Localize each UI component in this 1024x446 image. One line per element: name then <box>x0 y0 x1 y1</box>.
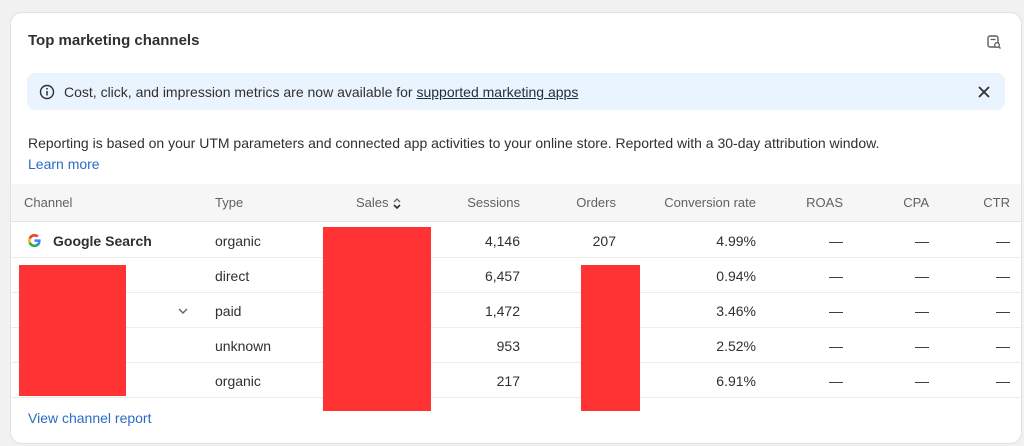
cpa-cell: — <box>915 373 929 389</box>
card-title: Top marketing channels <box>28 32 200 49</box>
google-icon <box>27 233 41 248</box>
ctr-cell: — <box>996 303 1010 319</box>
marketing-channels-card: Top marketing channels Cost, click, and … <box>10 12 1022 444</box>
table-row[interactable]: organic 217 6.91% — — — <box>11 363 1021 398</box>
supported-apps-link[interactable]: supported marketing apps <box>416 84 578 100</box>
ctr-cell: — <box>996 338 1010 354</box>
table-header: Channel Type Sales Sessions Orders Conve… <box>11 184 1021 222</box>
info-banner: Cost, click, and impression metrics are … <box>27 73 1005 110</box>
sessions-cell: 1,472 <box>484 303 520 319</box>
cpa-cell: — <box>915 303 929 319</box>
sessions-cell: 6,457 <box>484 268 520 284</box>
table-row[interactable]: unknown 953 2.52% — — — <box>11 328 1021 363</box>
ctr-cell: — <box>996 233 1010 249</box>
conversion-rate-cell: 6.91% <box>716 373 756 389</box>
cpa-cell: — <box>915 268 929 284</box>
conversion-rate-cell: 4.99% <box>716 233 756 249</box>
header-channel[interactable]: Channel <box>24 195 72 210</box>
roas-cell: — <box>829 303 843 319</box>
header-orders[interactable]: Orders <box>551 195 616 210</box>
close-icon <box>978 86 990 98</box>
header-type[interactable]: Type <box>215 195 243 210</box>
header-cpa[interactable]: CPA <box>881 195 929 210</box>
redacted-orders-values <box>581 265 640 411</box>
sessions-cell: 953 <box>496 338 520 354</box>
redacted-sales-column <box>323 227 431 411</box>
banner-text-prefix: Cost, click, and impression metrics are … <box>64 84 417 100</box>
type-cell: organic <box>215 373 261 389</box>
table-row[interactable]: Google Search organic 4,146 207 4.99% — … <box>11 223 1021 258</box>
header-sales-label: Sales <box>356 195 389 210</box>
type-cell: organic <box>215 233 261 249</box>
report-search-icon <box>987 35 1001 49</box>
redacted-channel-names <box>19 265 126 396</box>
chevron-down-icon[interactable] <box>177 305 189 317</box>
ctr-cell: — <box>996 268 1010 284</box>
conversion-rate-cell: 3.46% <box>716 303 756 319</box>
view-channel-report-link[interactable]: View channel report <box>28 410 151 426</box>
header-sessions[interactable]: Sessions <box>441 195 520 210</box>
type-cell: unknown <box>215 338 272 354</box>
channel-name[interactable]: Google Search <box>53 233 152 249</box>
header-ctr[interactable]: CTR <box>971 195 1010 210</box>
header-sales[interactable]: Sales <box>356 195 402 210</box>
roas-cell: — <box>829 373 843 389</box>
sessions-cell: 4,146 <box>484 233 520 249</box>
table-row[interactable]: direct 6,457 0.94% — — — <box>11 258 1021 293</box>
reporting-description: Reporting is based on your UTM parameter… <box>28 135 880 151</box>
type-cell: paid <box>215 303 242 319</box>
banner-close-button[interactable] <box>975 83 993 101</box>
cpa-cell: — <box>915 233 929 249</box>
table-row[interactable]: paid 1,472 3.46% — — — <box>11 293 1021 328</box>
cpa-cell: — <box>915 338 929 354</box>
banner-message: Cost, click, and impression metrics are … <box>64 84 578 100</box>
ctr-cell: — <box>996 373 1010 389</box>
report-search-button[interactable] <box>985 33 1003 51</box>
header-roas[interactable]: ROAS <box>791 195 843 210</box>
orders-cell: 207 <box>592 233 616 249</box>
info-icon <box>39 84 55 100</box>
learn-more-link[interactable]: Learn more <box>28 156 100 172</box>
header-conversion-rate[interactable]: Conversion rate <box>631 195 756 210</box>
conversion-rate-cell: 2.52% <box>716 338 756 354</box>
roas-cell: — <box>829 268 843 284</box>
roas-cell: — <box>829 233 843 249</box>
roas-cell: — <box>829 338 843 354</box>
conversion-rate-cell: 0.94% <box>716 268 756 284</box>
sort-icon <box>392 198 401 209</box>
sessions-cell: 217 <box>496 373 520 389</box>
type-cell: direct <box>215 268 250 284</box>
